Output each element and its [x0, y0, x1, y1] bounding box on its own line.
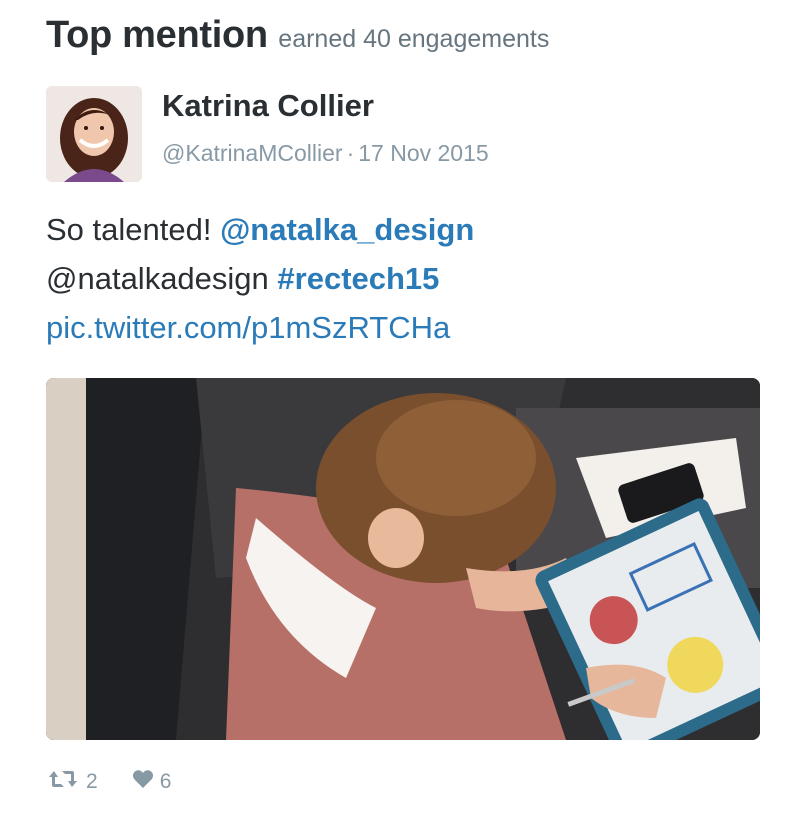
tweet-text: So talented! @natalka_design @natalkades…	[46, 205, 746, 352]
retweet-count: 2	[86, 770, 98, 793]
avatar-image	[46, 86, 142, 182]
tweet-text-line-2: @natalkadesign #rectech15	[46, 254, 746, 303]
like-count: 6	[159, 770, 172, 793]
author-name[interactable]: Katrina Collier	[162, 88, 374, 124]
header-title: Top mention	[46, 14, 268, 56]
retweet-button[interactable]: 2	[46, 768, 98, 796]
mention-link[interactable]: @natalka_design	[220, 212, 474, 247]
tweet-actions: 2 6	[46, 768, 171, 796]
heart-icon	[132, 769, 154, 795]
tweet-date[interactable]: 17 Nov 2015	[358, 140, 488, 166]
avatar[interactable]	[46, 86, 142, 182]
tweet-text-prefix: So talented!	[46, 212, 221, 247]
hashtag-link[interactable]: #rectech15	[277, 261, 439, 296]
meta-separator: ·	[346, 140, 355, 166]
media-link[interactable]: pic.twitter.com/p1mSzRTCHa	[46, 310, 450, 345]
photo-image	[46, 378, 760, 740]
like-button[interactable]: 6	[132, 769, 172, 795]
tweet-photo[interactable]	[46, 378, 760, 740]
tweet-text-line-1: So talented! @natalka_design	[46, 205, 746, 254]
author-handle[interactable]: @KatrinaMCollier	[162, 140, 343, 166]
top-mention-header: Top mention earned 40 engagements	[46, 14, 549, 57]
retweet-icon	[46, 768, 80, 796]
tweet-meta: @KatrinaMCollier · 17 Nov 2015	[162, 140, 489, 167]
tweet-text-prefix-2: @natalkadesign	[46, 261, 278, 296]
tweet-text-line-3: pic.twitter.com/p1mSzRTCHa	[46, 303, 746, 352]
header-subtitle: earned 40 engagements	[278, 25, 550, 53]
